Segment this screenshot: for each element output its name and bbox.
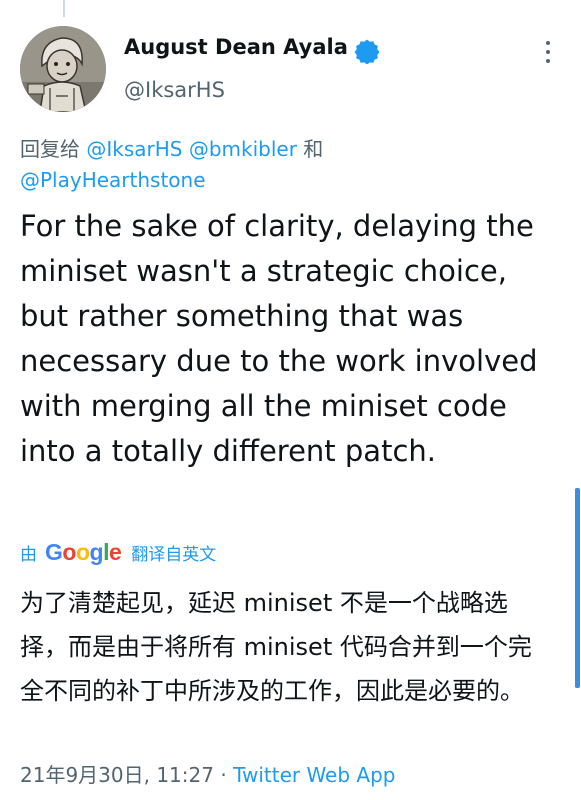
translate-label: 翻译自英文 — [131, 544, 217, 565]
author-name[interactable]: August Dean Ayala — [124, 35, 348, 59]
reply-and: 和 — [296, 137, 324, 161]
translate-by: 由 — [20, 544, 37, 565]
meta-separator: · — [213, 763, 234, 787]
tweet-meta: 21年9月30日, 11:27 · Twitter Web App — [20, 759, 395, 788]
reply-prefix: 回复给 — [20, 137, 87, 161]
translation-attribution[interactable]: 由 Google 翻译自英文 — [20, 538, 216, 566]
scrollbar[interactable] — [575, 488, 580, 688]
mention-link[interactable]: @PlayHearthstone — [20, 168, 206, 192]
thread-line — [63, 0, 65, 17]
mention-link[interactable]: @IksarHS — [86, 137, 182, 161]
tweet-text: For the sake of clarity, delaying the mi… — [20, 209, 538, 468]
more-options-icon[interactable] — [537, 38, 559, 66]
avatar-illustration — [20, 26, 106, 112]
author-handle[interactable]: @IksarHS — [124, 78, 225, 102]
mention-link[interactable]: @bmkibler — [189, 137, 297, 161]
dot — [546, 50, 550, 54]
avatar[interactable] — [20, 26, 106, 112]
google-logo: Google — [45, 538, 122, 565]
timestamp[interactable]: 21年9月30日, 11:27 — [20, 763, 214, 787]
verified-badge-icon — [354, 39, 380, 64]
replying-to: 回复给 @IksarHS @bmkibler 和 @PlayHearthstone — [20, 134, 550, 196]
dot — [546, 41, 550, 45]
source-link[interactable]: Twitter Web App — [233, 763, 395, 787]
dot — [546, 59, 550, 63]
translated-text: 为了清楚起见，延迟 miniset 不是一个战略选择，而是由于将所有 minis… — [20, 589, 532, 705]
